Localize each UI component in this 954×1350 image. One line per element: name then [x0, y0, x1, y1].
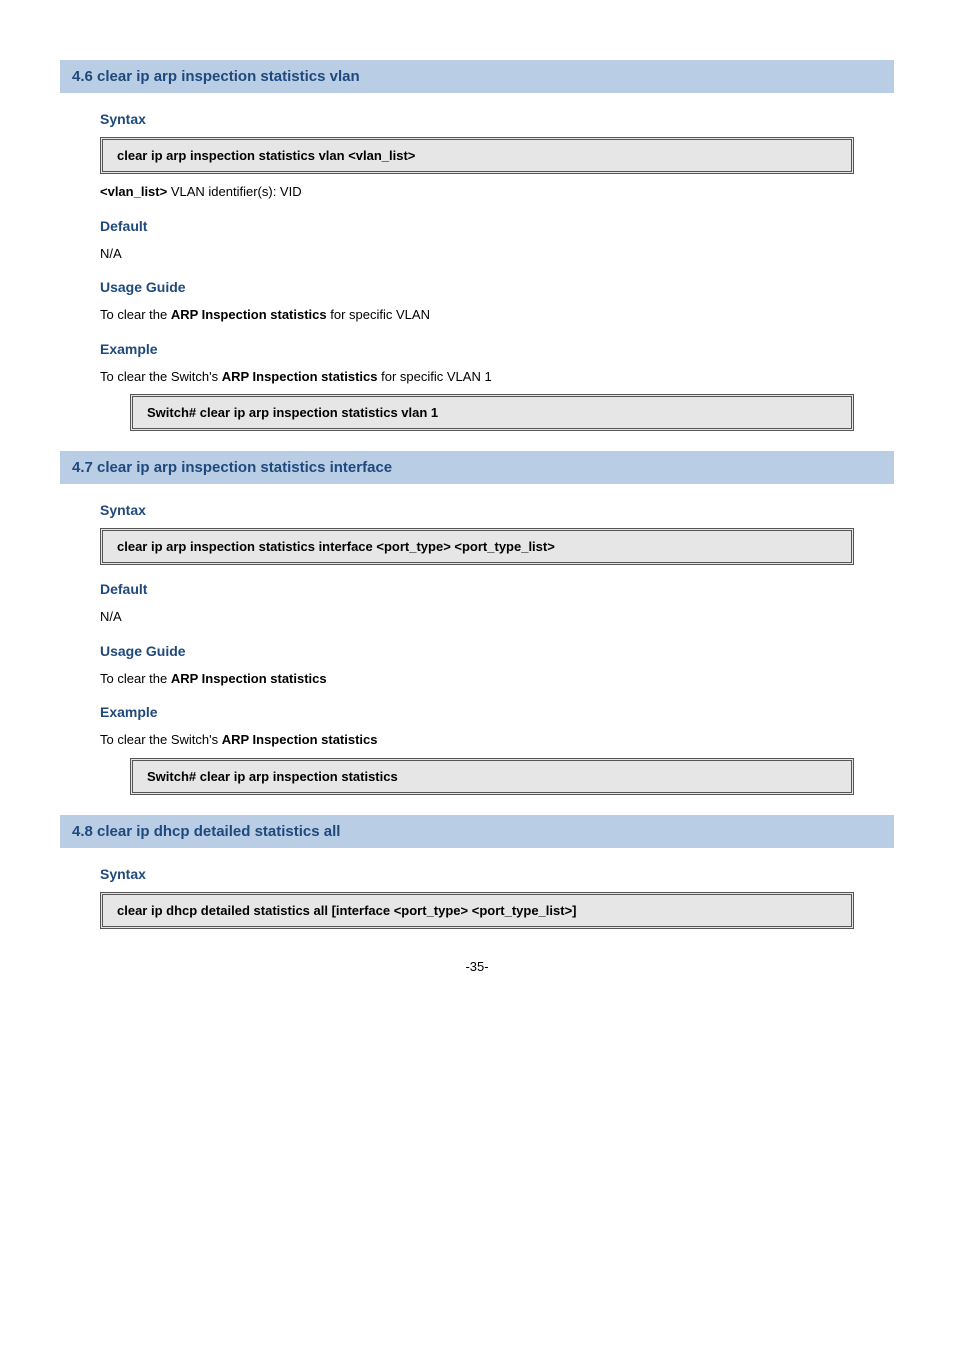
usage-bold: ARP Inspection statistics [171, 671, 327, 686]
syntax-label: Syntax [60, 111, 894, 127]
default-label: Default [60, 218, 894, 234]
syntax-command: clear ip dhcp detailed statistics all [i… [100, 892, 854, 929]
section-header: 4.6 clear ip arp inspection statistics v… [60, 60, 894, 93]
section-header: 4.8 clear ip dhcp detailed statistics al… [60, 815, 894, 848]
usage-text: To clear the ARP Inspection statistics [60, 669, 894, 689]
param-name: <vlan_list> [100, 184, 167, 199]
usage-label: Usage Guide [60, 643, 894, 659]
syntax-command: clear ip arp inspection statistics vlan … [100, 137, 854, 174]
example-prefix: To clear the Switch's [100, 732, 222, 747]
default-value: N/A [60, 244, 894, 264]
param-desc: VLAN identifier(s): VID [167, 184, 301, 199]
example-bold: ARP Inspection statistics [222, 732, 378, 747]
example-suffix: for specific VLAN 1 [378, 369, 492, 384]
example-cmd-text: Switch# clear ip arp inspection statisti… [147, 405, 438, 420]
example-text: To clear the Switch's ARP Inspection sta… [60, 730, 894, 750]
example-bold: ARP Inspection statistics [222, 369, 378, 384]
example-command: Switch# clear ip arp inspection statisti… [130, 394, 854, 431]
usage-label: Usage Guide [60, 279, 894, 295]
usage-suffix: for specific VLAN [327, 307, 430, 322]
usage-text: To clear the ARP Inspection statistics f… [60, 305, 894, 325]
default-label: Default [60, 581, 894, 597]
usage-bold: ARP Inspection statistics [171, 307, 327, 322]
syntax-label: Syntax [60, 866, 894, 882]
default-value: N/A [60, 607, 894, 627]
syntax-label: Syntax [60, 502, 894, 518]
example-cmd-text: Switch# clear ip arp inspection statisti… [147, 769, 398, 784]
example-command: Switch# clear ip arp inspection statisti… [130, 758, 854, 795]
example-text: To clear the Switch's ARP Inspection sta… [60, 367, 894, 387]
usage-prefix: To clear the [100, 307, 171, 322]
page-number: -35- [60, 959, 894, 974]
section-header: 4.7 clear ip arp inspection statistics i… [60, 451, 894, 484]
example-label: Example [60, 341, 894, 357]
example-prefix: To clear the Switch's [100, 369, 222, 384]
syntax-command: clear ip arp inspection statistics inter… [100, 528, 854, 565]
param-line: <vlan_list> VLAN identifier(s): VID [60, 182, 894, 202]
usage-prefix: To clear the [100, 671, 171, 686]
example-label: Example [60, 704, 894, 720]
